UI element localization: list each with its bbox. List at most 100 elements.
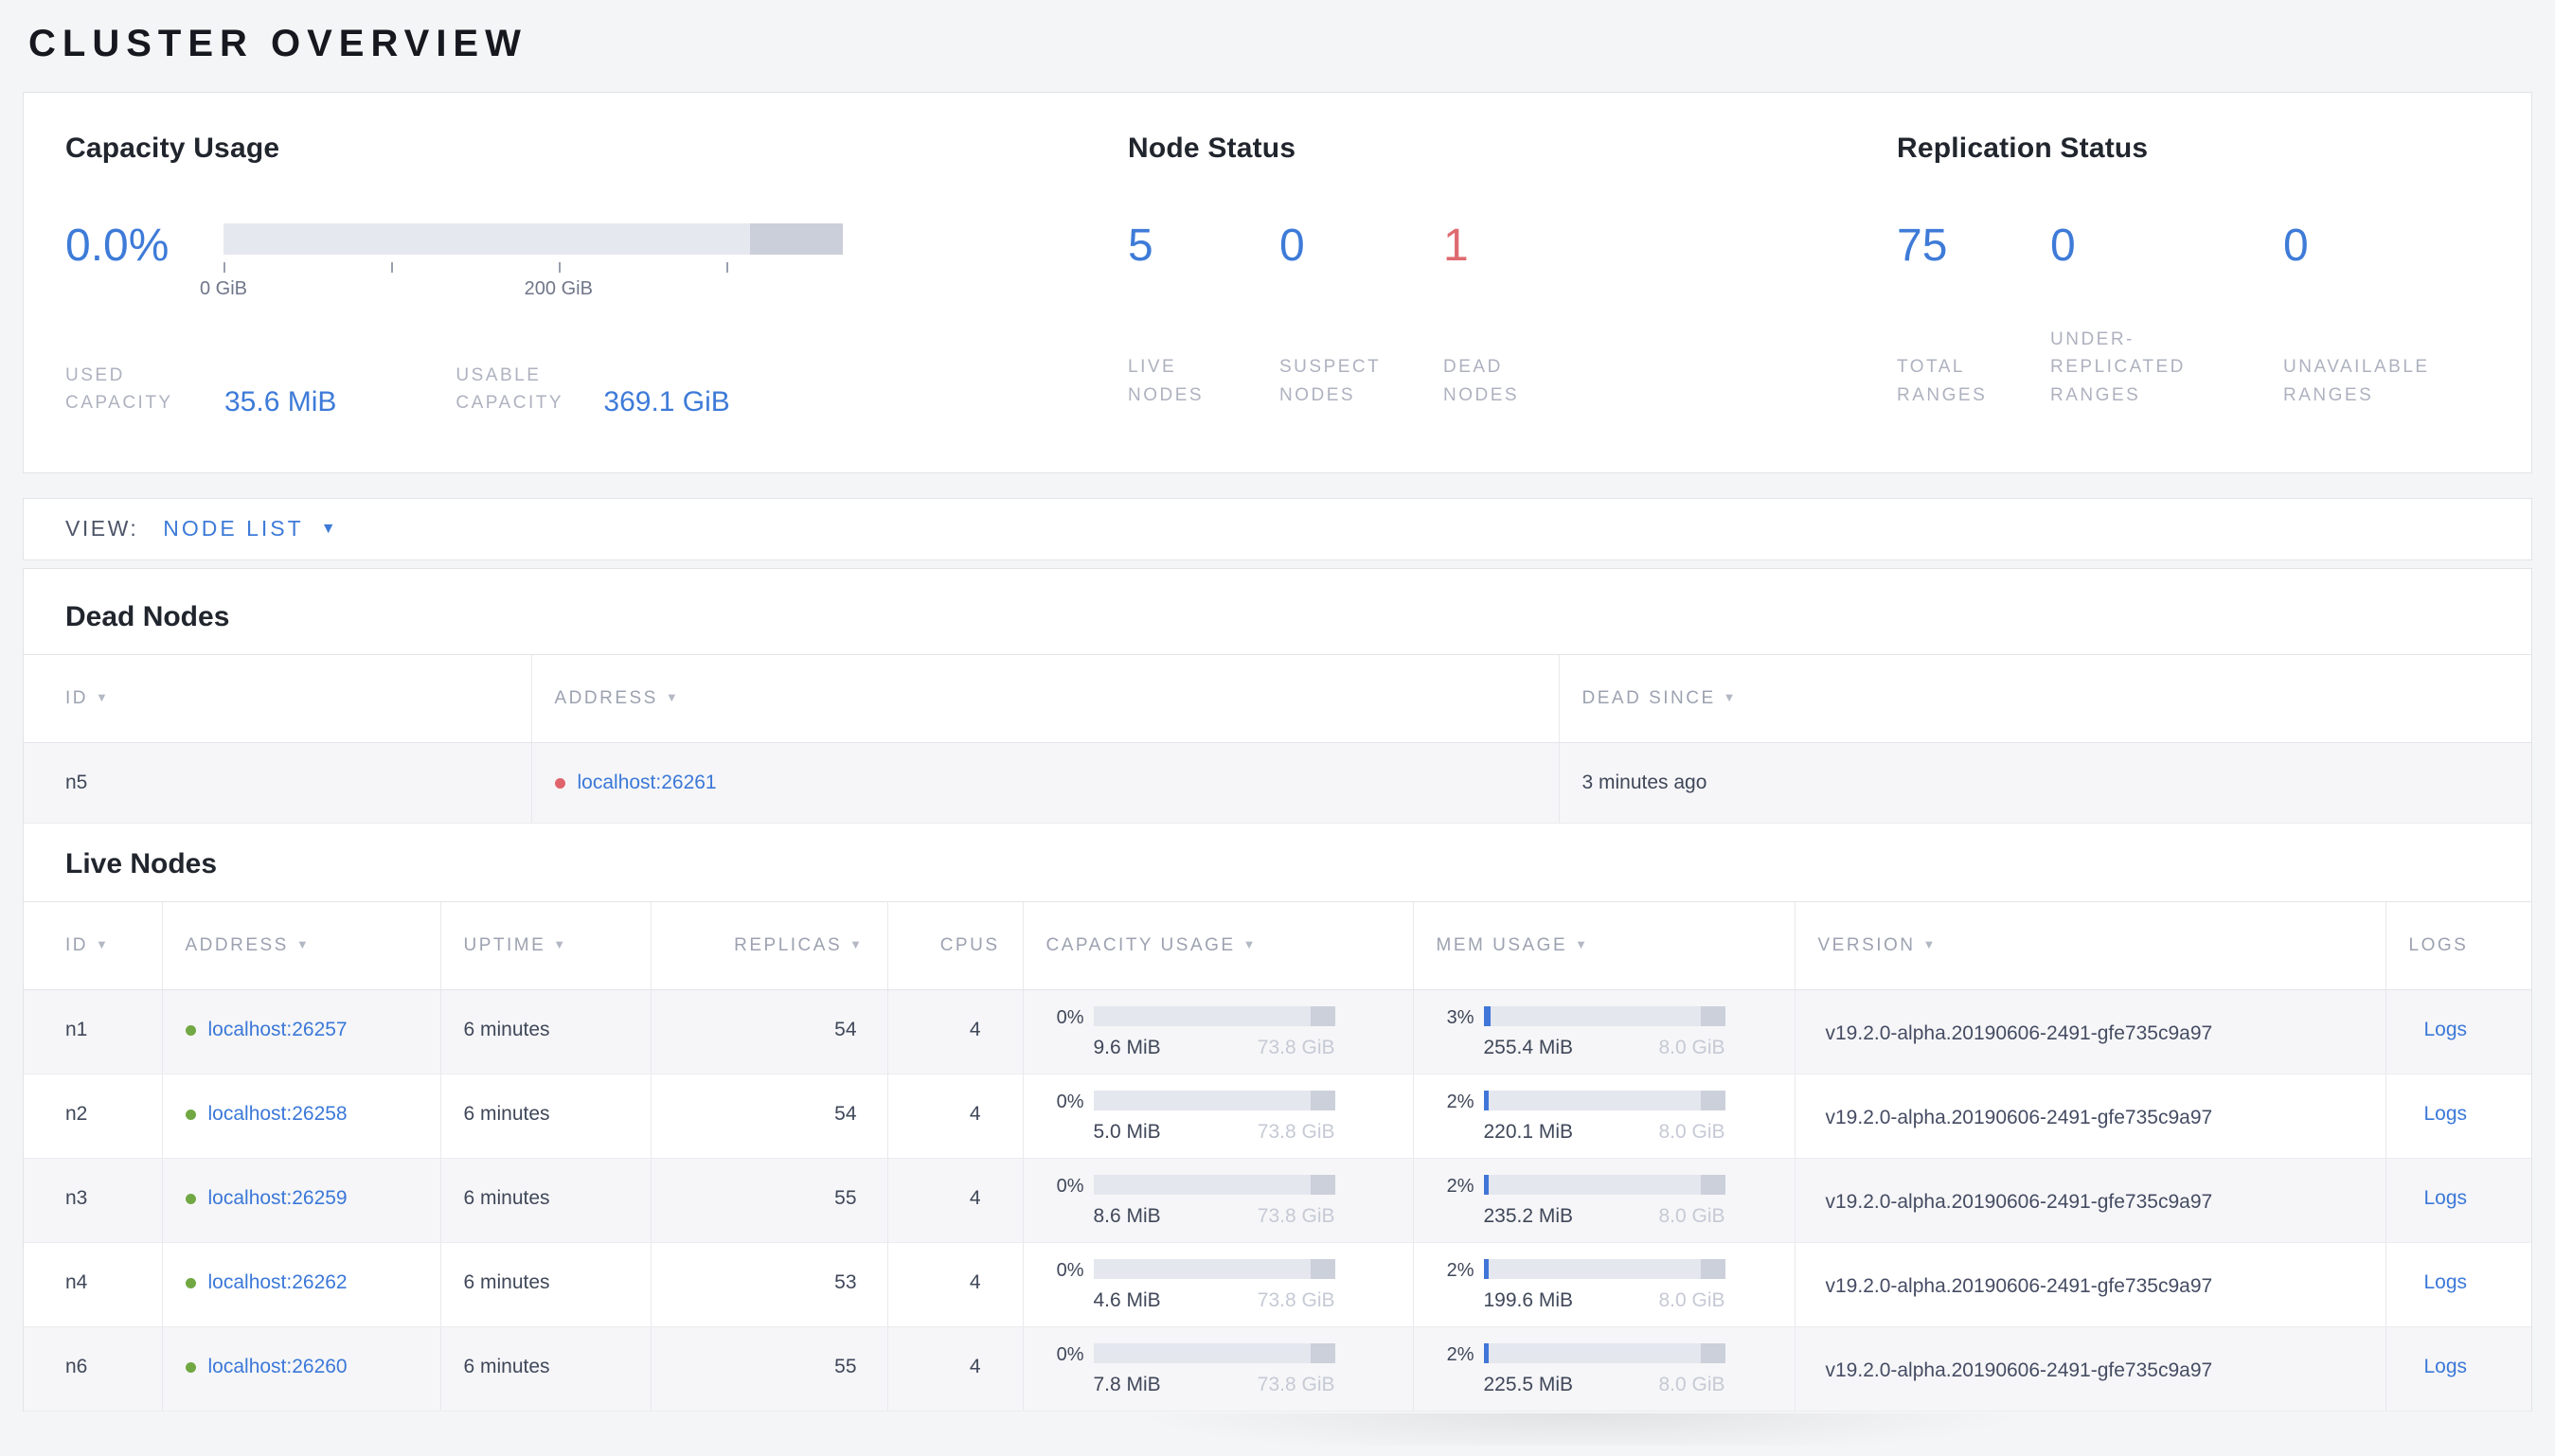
replication-status-section: Replication Status 75 TOTAL RANGES 0 UND… — [1897, 133, 2510, 417]
usable-capacity-stat: USABLE CAPACITY 369.1 GiB — [456, 362, 729, 417]
live-col-mem[interactable]: MEM USAGE ▼ — [1412, 900, 1795, 990]
node-address-link[interactable]: localhost:26258 — [208, 1103, 348, 1125]
logs-link[interactable]: Logs — [2424, 1356, 2468, 1377]
capacity-used-value: 8.6 MiB — [1093, 1204, 1161, 1227]
dead-nodes-table: ID ▼ ADDRESS ▼ DEAD SINCE ▼ n5 localhost:26… — [24, 653, 2531, 824]
sort-arrow-icon: ▼ — [665, 689, 681, 704]
live-nodes-label: LIVE NODES — [1128, 357, 1205, 405]
view-dropdown-value[interactable]: NODE LIST — [163, 516, 303, 542]
node-id: n5 — [24, 742, 531, 824]
node-status-section: Node Status 5 LIVE NODES 0 SUSPECT NODES… — [1128, 133, 1897, 417]
capacity-usage-bar — [1093, 1258, 1335, 1279]
dead-col-address[interactable]: ADDRESS ▼ — [530, 653, 1559, 743]
node-cpus: 4 — [886, 989, 1023, 1074]
live-status-dot-icon — [185, 1277, 196, 1288]
usable-capacity-label: USABLE CAPACITY — [456, 365, 563, 414]
capacity-bar-track — [223, 223, 843, 255]
capacity-used-value: 5.0 MiB — [1093, 1120, 1161, 1143]
mem-used-value: 220.1 MiB — [1483, 1120, 1574, 1143]
node-uptime: 6 minutes — [439, 1242, 651, 1327]
node-uptime: 6 minutes — [439, 1074, 651, 1159]
table-row: n5 localhost:26261 3 minutes ago — [24, 742, 2531, 824]
node-address-link[interactable]: localhost:26262 — [208, 1271, 348, 1293]
live-col-address[interactable]: ADDRESS ▼ — [161, 900, 440, 990]
capacity-total-value: 73.8 GiB — [1257, 1373, 1335, 1395]
live-status-dot-icon — [185, 1109, 196, 1120]
replication-status-title: Replication Status — [1897, 133, 2149, 164]
mem-bar-dark-segment — [1701, 1090, 1725, 1110]
node-logs-cell: Logs — [2385, 1326, 2531, 1412]
live-nodes-heading: Live Nodes — [65, 847, 218, 879]
node-address-link[interactable]: localhost:26260 — [208, 1356, 348, 1377]
page-bottom-shadow — [23, 1412, 2532, 1446]
mem-total-value: 8.0 GiB — [1658, 1288, 1725, 1311]
used-capacity-stat: USED CAPACITY 35.6 MiB — [65, 362, 336, 417]
mem-total-value: 8.0 GiB — [1658, 1373, 1725, 1395]
dead-nodes-label: DEAD NODES — [1443, 357, 1520, 405]
mem-usage-bar — [1483, 1174, 1725, 1195]
node-logs-cell: Logs — [2385, 1242, 2531, 1327]
node-address-cell: localhost:26261 — [530, 742, 1559, 824]
mem-used-value: 225.5 MiB — [1483, 1373, 1574, 1395]
logs-link[interactable]: Logs — [2424, 1019, 2468, 1040]
usable-capacity-value: 369.1 GiB — [603, 385, 730, 417]
mem-total-value: 8.0 GiB — [1658, 1120, 1725, 1143]
total-ranges-metric: 75 TOTAL RANGES — [1897, 223, 2050, 409]
mem-used-value: 255.4 MiB — [1483, 1036, 1574, 1058]
live-col-uptime[interactable]: UPTIME ▼ — [439, 900, 651, 990]
chevron-down-icon[interactable]: ▼ — [321, 521, 336, 538]
node-logs-cell: Logs — [2385, 1158, 2531, 1243]
mem-percent-label: 2% — [1446, 1259, 1474, 1281]
node-replicas: 54 — [650, 989, 887, 1074]
table-row: n3 localhost:26259 6 minutes 55 4 0% 8.6… — [24, 1158, 2531, 1243]
view-dropdown[interactable]: NODE LIST ▼ — [163, 516, 335, 542]
node-address-cell: localhost:26257 — [161, 989, 440, 1074]
dead-col-id[interactable]: ID ▼ — [24, 653, 531, 743]
node-logs-cell: Logs — [2385, 1074, 2531, 1159]
node-logs-cell: Logs — [2385, 989, 2531, 1074]
under-replicated-ranges-label: UNDER- REPLICATED RANGES — [2050, 328, 2186, 405]
node-address-link[interactable]: localhost:26261 — [578, 772, 717, 793]
mem-usage-fill — [1483, 1174, 1489, 1195]
capacity-usage-section: Capacity Usage 0.0% 0 GiB 200 GiB USED C… — [65, 133, 1128, 417]
mem-bar-dark-segment — [1701, 1174, 1725, 1195]
capacity-bar-dark-segment — [1311, 1005, 1335, 1026]
dead-col-dead-since[interactable]: DEAD SINCE ▼ — [1558, 653, 2531, 743]
dead-since-value: 3 minutes ago — [1558, 742, 2531, 824]
live-col-logs: LOGS — [2385, 900, 2531, 990]
dead-nodes-count: 1 — [1443, 221, 1469, 271]
sort-arrow-icon: ▼ — [849, 936, 865, 951]
live-col-replicas[interactable]: REPLICAS ▼ — [650, 900, 887, 990]
logs-link[interactable]: Logs — [2424, 1187, 2468, 1209]
dead-nodes-heading: Dead Nodes — [65, 600, 230, 632]
live-nodes-table: ID ▼ ADDRESS ▼ UPTIME ▼ REPLICAS ▼ CPUS CAPA… — [24, 900, 2531, 1412]
capacity-percent-label: 0% — [1056, 1343, 1084, 1365]
logs-link[interactable]: Logs — [2424, 1271, 2468, 1293]
node-id: n1 — [24, 989, 162, 1074]
node-replicas: 54 — [650, 1074, 887, 1159]
capacity-total-value: 73.8 GiB — [1257, 1036, 1335, 1058]
live-col-version[interactable]: VERSION ▼ — [1794, 900, 2385, 990]
live-status-dot-icon — [185, 1024, 196, 1036]
node-capacity-usage-cell: 0% 9.6 MiB 73.8 GiB — [1022, 989, 1413, 1074]
cluster-summary-card: Capacity Usage 0.0% 0 GiB 200 GiB USED C… — [23, 92, 2532, 473]
live-col-capacity[interactable]: CAPACITY USAGE ▼ — [1022, 900, 1413, 990]
node-id: n3 — [24, 1158, 162, 1243]
axis-tick-label: 200 GiB — [524, 278, 593, 299]
node-mem-usage-cell: 3% 255.4 MiB 8.0 GiB — [1412, 989, 1795, 1074]
node-address-link[interactable]: localhost:26257 — [208, 1019, 348, 1040]
logs-link[interactable]: Logs — [2424, 1103, 2468, 1125]
node-address-link[interactable]: localhost:26259 — [208, 1187, 348, 1209]
sort-arrow-icon: ▼ — [1575, 936, 1590, 951]
node-version: v19.2.0-alpha.20190606-2491-gfe735c9a97 — [1794, 1158, 2385, 1243]
unavailable-ranges-metric: 0 UNAVAILABLE RANGES — [2283, 223, 2510, 409]
mem-used-value: 199.6 MiB — [1483, 1288, 1574, 1311]
mem-bar-dark-segment — [1701, 1258, 1725, 1279]
live-col-cpus[interactable]: CPUS — [886, 900, 1023, 990]
axis-tick-label: 0 GiB — [199, 278, 248, 299]
sort-arrow-icon: ▼ — [1242, 936, 1258, 951]
live-col-id[interactable]: ID ▼ — [24, 900, 162, 990]
suspect-nodes-label: SUSPECT NODES — [1279, 357, 1382, 405]
capacity-used-value: 4.6 MiB — [1093, 1288, 1161, 1311]
sort-arrow-icon: ▼ — [96, 689, 111, 704]
